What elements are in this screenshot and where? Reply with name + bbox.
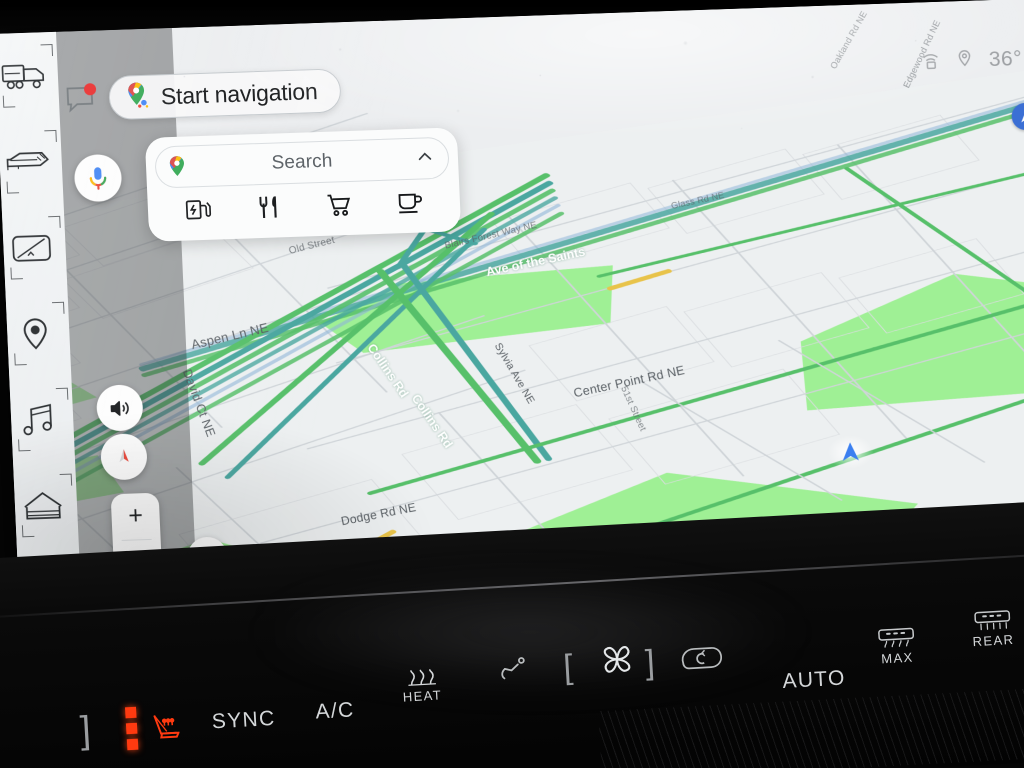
- sidebar-item-trailer[interactable]: [0, 32, 60, 120]
- rear-defrost-icon: [974, 610, 1011, 631]
- bracket-fan-left: [: [562, 647, 574, 687]
- rail-frame: [8, 216, 63, 280]
- fan-icon: [603, 646, 631, 673]
- category-restaurants[interactable]: [244, 193, 293, 227]
- position-marker: [826, 434, 875, 470]
- recirculation-button[interactable]: [678, 643, 723, 672]
- bracket-fan-right: ]: [644, 643, 656, 682]
- compass-icon: [119, 449, 129, 463]
- rail-frame: [12, 302, 67, 366]
- seat-heat-level-indicator: [124, 706, 139, 751]
- restaurant-icon: [256, 194, 282, 225]
- sidebar-item-phone[interactable]: [2, 204, 68, 292]
- auto-button[interactable]: AUTO: [782, 666, 846, 694]
- sidebar-item-home[interactable]: [13, 461, 79, 549]
- wifi-icon: [920, 50, 940, 75]
- rail-frame: [20, 474, 75, 538]
- google-maps-pin-icon: [166, 154, 189, 179]
- heat-waves-icon: [407, 669, 436, 686]
- start-navigation-label: Start navigation: [160, 77, 319, 109]
- seat-heat-left-button[interactable]: [124, 704, 181, 751]
- category-ev-charging[interactable]: [174, 195, 223, 229]
- infotainment-display: Ave of the Saints Collins Rd Collins Rd …: [0, 0, 1024, 579]
- sidebar-item-media[interactable]: [9, 376, 75, 464]
- rear-defrost-button[interactable]: REAR: [971, 607, 1015, 649]
- google-assistant-mic-icon: [89, 167, 107, 190]
- sidebar-item-navigation[interactable]: [5, 290, 71, 378]
- rear-label: REAR: [972, 631, 1015, 650]
- coffee-cup-icon: [396, 189, 424, 220]
- status-bar: 36°: [920, 47, 1023, 75]
- heat-button[interactable]: HEAT: [401, 667, 443, 705]
- google-maps-pin-icon: [123, 81, 149, 114]
- sync-button[interactable]: SYNC: [211, 707, 276, 735]
- rail-frame: [4, 130, 59, 194]
- notification-badge: [84, 83, 97, 96]
- max-label: MAX: [880, 649, 915, 667]
- heat-label: HEAT: [402, 687, 443, 705]
- category-coffee[interactable]: [385, 188, 434, 222]
- ev-charging-icon: [184, 197, 212, 228]
- heated-seat-icon: [501, 657, 525, 680]
- navigation-arrow-marker-icon: [842, 442, 859, 462]
- shopping-cart-icon: [325, 192, 353, 223]
- navigation-arrow-icon: [1020, 111, 1024, 122]
- start-navigation-button[interactable]: Start navigation: [107, 68, 342, 121]
- chevron-up-icon[interactable]: [415, 147, 434, 171]
- zoom-in-button[interactable]: +: [111, 493, 161, 540]
- category-groceries[interactable]: [315, 191, 364, 225]
- auto-label: AUTO: [781, 666, 847, 694]
- location-pin-icon: [955, 49, 973, 74]
- volume-speaker-icon: [110, 400, 129, 416]
- air-recirculation-icon: [681, 647, 723, 670]
- search-categories: [156, 179, 452, 234]
- sidebar-item-vehicle[interactable]: [0, 118, 64, 206]
- max-defrost-button[interactable]: MAX: [878, 625, 916, 667]
- rail-frame: [1, 44, 56, 108]
- ac-label: A/C: [314, 698, 356, 724]
- message-notification-icon: [66, 83, 97, 113]
- heated-seat-icon: [153, 715, 181, 739]
- search-panel: Search: [144, 127, 462, 242]
- sync-label: SYNC: [211, 706, 277, 734]
- rail-frame: [16, 388, 71, 452]
- search-placeholder: Search: [271, 150, 333, 174]
- front-defrost-icon: [878, 627, 915, 648]
- map-label: Oakland Rd NE: [828, 9, 869, 71]
- fan-speed-button[interactable]: [596, 638, 638, 680]
- notification-icon[interactable]: [64, 82, 99, 113]
- bracket-left: ]: [79, 709, 92, 752]
- ac-button[interactable]: A/C: [315, 698, 355, 724]
- seat-heat-right-button[interactable]: [495, 654, 531, 688]
- infotainment-screenshot: Ave of the Saints Collins Rd Collins Rd …: [0, 0, 1024, 768]
- temperature-readout: 36°: [988, 47, 1023, 72]
